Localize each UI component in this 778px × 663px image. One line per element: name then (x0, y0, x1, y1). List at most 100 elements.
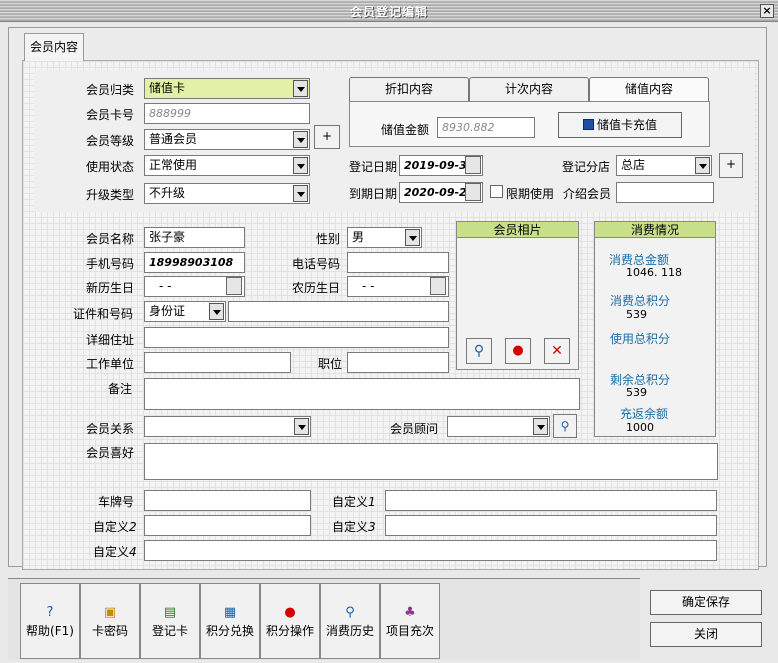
help-button[interactable]: ? 帮助(F1) (20, 583, 80, 659)
points-operation-button[interactable]: ● 积分操作 (260, 583, 320, 659)
remark-input[interactable] (144, 378, 580, 410)
item-recharge-button[interactable]: ♣ 项目充次 (380, 583, 440, 659)
alarm-icon: ● (284, 605, 296, 620)
group-label: 会员归类 (86, 83, 135, 97)
book-icon: ▤ (163, 605, 177, 620)
consume-history-button[interactable]: ⚲ 消费历史 (320, 583, 380, 659)
address-label: 详细住址 (86, 333, 135, 347)
custom3-input[interactable] (385, 515, 717, 536)
recharge-button[interactable]: 储值卡充值 (558, 112, 682, 138)
referrer-input[interactable] (616, 182, 714, 203)
calendar-icon[interactable] (226, 277, 242, 295)
phone-label: 电话号码 (292, 257, 341, 271)
gender-label: 性别 (316, 232, 341, 246)
add-level-button[interactable]: + (314, 125, 340, 149)
total-points-value: 539 (626, 308, 647, 321)
reg-date-label: 登记日期 (349, 160, 398, 174)
users-icon: ♣ (404, 605, 416, 620)
chevron-down-icon[interactable] (293, 131, 308, 148)
custom2-input[interactable] (144, 515, 311, 536)
limit-use-label: 限期使用 (506, 187, 555, 201)
chevron-down-icon[interactable] (293, 157, 308, 174)
custom4-input[interactable] (144, 540, 717, 561)
status-select[interactable]: 正常使用 (144, 155, 310, 176)
stored-amount-label: 储值金额 (381, 123, 430, 137)
tab-discount[interactable]: 折扣内容 (349, 77, 469, 101)
register-card-button[interactable]: ▤ 登记卡 (140, 583, 200, 659)
chevron-down-icon[interactable] (293, 185, 308, 202)
total-amount-value: 1046. 118 (626, 266, 682, 279)
new-birthday-label: 新历生日 (86, 281, 135, 295)
save-button[interactable]: 确定保存 (650, 590, 762, 615)
custom1-input[interactable] (385, 490, 717, 511)
refund-value: 1000 (626, 421, 654, 434)
tab-stored[interactable]: 储值内容 (589, 77, 709, 102)
search-icon: ⚲ (345, 605, 355, 620)
hobby-label: 会员喜好 (86, 446, 135, 460)
refund-label: 充返余额 (620, 407, 669, 421)
id-label: 证件和号码 (73, 307, 134, 321)
help-icon: ? (46, 605, 54, 620)
position-input[interactable] (347, 352, 449, 373)
level-label: 会员等级 (86, 134, 135, 148)
custom4-label: 自定义4 (93, 545, 137, 559)
points-exchange-button[interactable]: ▦ 积分兑换 (200, 583, 260, 659)
status-label: 使用状态 (86, 160, 135, 174)
gender-select[interactable]: 男 (347, 227, 422, 248)
camera-icon[interactable]: ● (505, 338, 531, 364)
advisor-select[interactable] (447, 416, 550, 437)
plate-input[interactable] (144, 490, 311, 511)
save-disk-icon (582, 119, 594, 130)
card-no-input[interactable]: 888999 (144, 103, 310, 124)
id-number-input[interactable] (228, 301, 449, 322)
branch-select[interactable]: 总店 (616, 155, 712, 176)
name-input[interactable]: 张子豪 (144, 227, 245, 248)
delete-photo-icon[interactable]: ✕ (544, 338, 570, 364)
expire-date-label: 到期日期 (349, 187, 398, 201)
photo-title: 会员相片 (457, 222, 578, 238)
relation-select[interactable] (144, 416, 311, 437)
chevron-down-icon[interactable] (405, 229, 420, 246)
group-select[interactable]: 储值卡 (144, 78, 310, 99)
chevron-down-icon[interactable] (209, 303, 224, 320)
chevron-down-icon[interactable] (293, 80, 308, 97)
advisor-search-icon[interactable]: ⚲ (553, 414, 577, 438)
photo-search-icon[interactable]: ⚲ (466, 338, 492, 364)
phone-input[interactable] (347, 252, 449, 273)
card-no-label: 会员卡号 (86, 108, 135, 122)
upgrade-select[interactable]: 不升级 (144, 183, 310, 204)
mobile-input[interactable]: 18998903108 (144, 252, 245, 273)
remark-label: 备注 (108, 382, 133, 396)
advisor-label: 会员顾问 (390, 422, 439, 436)
calendar-icon[interactable] (465, 156, 481, 174)
referrer-label: 介绍会员 (563, 187, 612, 201)
tab-member-content[interactable]: 会员内容 (24, 33, 84, 61)
close-button[interactable]: 关闭 (650, 622, 762, 647)
custom2-label: 自定义2 (93, 520, 137, 534)
card-password-button[interactable]: ▣ 卡密码 (80, 583, 140, 659)
hobby-input[interactable] (144, 443, 718, 480)
calendar-icon[interactable] (465, 183, 481, 201)
address-input[interactable] (144, 327, 449, 348)
calendar-icon[interactable] (430, 277, 446, 295)
lunar-birthday-label: 农历生日 (292, 281, 341, 295)
close-window-button[interactable]: × (760, 4, 774, 18)
custom3-label: 自定义3 (332, 520, 376, 534)
level-select[interactable]: 普通会员 (144, 129, 310, 150)
tab-count[interactable]: 计次内容 (469, 77, 589, 101)
chevron-down-icon[interactable] (695, 157, 710, 174)
plate-label: 车牌号 (98, 495, 135, 509)
consume-title: 消费情况 (595, 222, 715, 238)
limit-use-checkbox[interactable] (490, 185, 503, 198)
add-branch-button[interactable]: + (719, 153, 743, 178)
name-label: 会员名称 (86, 232, 135, 246)
chevron-down-icon[interactable] (294, 418, 309, 435)
lock-icon: ▣ (103, 605, 117, 620)
total-points-label: 消费总积分 (610, 294, 671, 308)
window-title: 会员登记编辑 (349, 5, 428, 19)
used-points-label: 使用总积分 (610, 332, 671, 346)
work-input[interactable] (144, 352, 291, 373)
remain-points-value: 539 (626, 386, 647, 399)
id-type-select[interactable]: 身份证 (144, 301, 226, 322)
chevron-down-icon[interactable] (533, 418, 548, 435)
